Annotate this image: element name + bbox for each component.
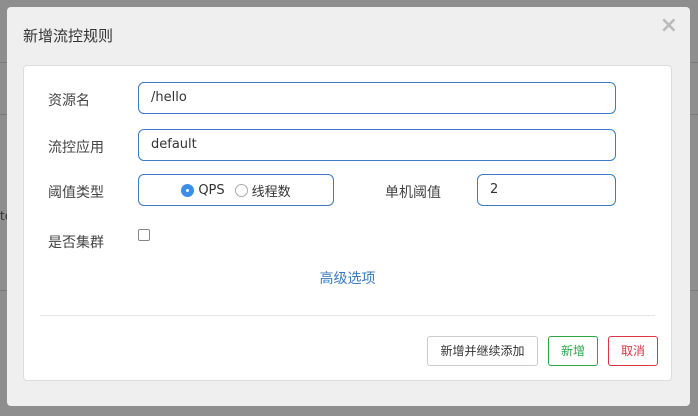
resource-input[interactable]: /hello (138, 82, 616, 114)
radio-qps[interactable] (181, 183, 195, 197)
divider (40, 315, 655, 316)
threshold-type-label: 阈值类型 (48, 185, 104, 201)
advanced-options-link[interactable]: 高级选项 (24, 268, 671, 288)
form-card: 资源名 /hello 流控应用 default 阈值类型 QPS 线程数 单机阈… (23, 65, 672, 381)
cancel-button[interactable]: 取消 (608, 336, 658, 366)
close-icon[interactable]: × (660, 13, 678, 38)
add-and-continue-button[interactable]: 新增并继续添加 (427, 336, 538, 366)
threshold-type-radio-group: QPS 线程数 (138, 174, 334, 206)
add-button[interactable]: 新增 (548, 336, 598, 366)
dialog-title: 新增流控规则 (23, 27, 114, 45)
resource-label: 资源名 (48, 93, 90, 109)
cluster-label: 是否集群 (48, 235, 104, 251)
app-label: 流控应用 (48, 140, 104, 156)
single-threshold-input[interactable]: 2 (477, 174, 616, 206)
add-flow-rule-dialog: 新增流控规则 × 资源名 /hello 流控应用 default 阈值类型 QP… (7, 7, 690, 406)
cluster-checkbox[interactable] (138, 229, 150, 241)
radio-thread-count[interactable] (234, 183, 248, 197)
radio-thread-count-label[interactable]: 线程数 (252, 181, 291, 200)
app-input[interactable]: default (138, 129, 616, 161)
single-threshold-label: 单机阈值 (385, 185, 441, 201)
radio-qps-label[interactable]: QPS (198, 183, 224, 198)
